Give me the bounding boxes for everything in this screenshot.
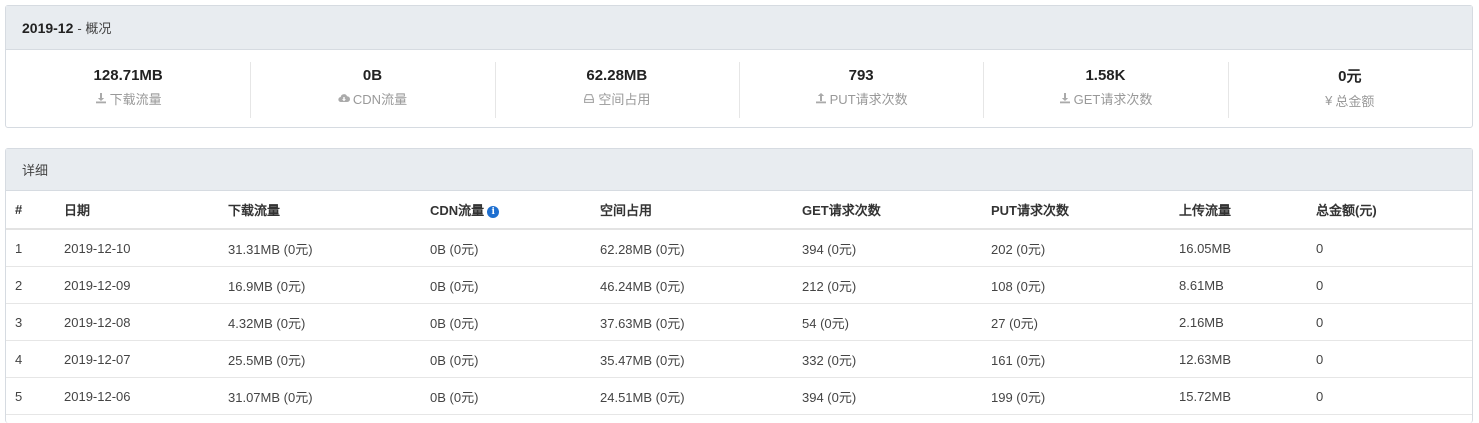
cell-download-traffic: 16.9MB (0元) [228,266,430,304]
cell-date: 2019-12-10 [64,229,228,267]
stat-label: 总金额 [1335,93,1375,109]
cell-put-requests: 199 (0元) [991,377,1179,415]
cell-get-requests: 54 (0元) [802,303,991,341]
info-icon[interactable]: i [487,205,500,218]
stat-label: PUT请求次数 [829,91,908,107]
cloud-download-icon [338,92,350,104]
cell-get-requests: 212 (0元) [802,266,991,304]
table-row: 2 2019-12-09 16.9MB (0元) 0B (0元) 46.24MB… [6,266,1472,304]
cell-date: 2019-12-09 [64,266,228,304]
cell-date: 2019-12-07 [64,340,228,378]
overview-header: 2019-12 - 概况 [6,6,1472,50]
table-row: 5 2019-12-06 31.07MB (0元) 0B (0元) 24.51M… [6,377,1472,415]
stat-total-amount: 0元 ¥ 总金额 [1227,50,1472,128]
stat-value: 793 [848,66,874,84]
cell-date: 2019-12-06 [64,377,228,415]
overview-month: 2019-12 [22,19,74,36]
col-upload-traffic: 上传流量 [1179,191,1316,230]
cell-upload-traffic: 2.16MB [1179,303,1316,341]
stat-label: GET请求次数 [1073,91,1153,107]
stat-get-requests: 1.58K GET请求次数 [983,50,1227,128]
table-row: 3 2019-12-08 4.32MB (0元) 0B (0元) 37.63MB… [6,303,1472,341]
stat-value: 1.58K [1085,66,1126,84]
cell-index: 1 [6,229,64,267]
table-header-row: # 日期 下载流量 CDN流量 i 空间占用 GET请求次数 PUT请求次数 上传… [6,191,1472,230]
cell-total-amount: 0 [1316,229,1472,267]
col-download-traffic: 下载流量 [228,191,430,230]
cell-cdn-traffic: 0B (0元) [430,340,600,378]
stat-label: CDN流量 [352,91,408,107]
cell-get-requests: 332 (0元) [802,340,991,378]
cell-storage: 62.28MB (0元) [600,229,802,267]
col-total-amount: 总金额(元) [1316,191,1472,230]
cell-upload-traffic: 8.61MB [1179,266,1316,304]
table-row: 4 2019-12-07 25.5MB (0元) 0B (0元) 35.47MB… [6,340,1472,378]
cell-download-traffic: 31.31MB (0元) [228,229,430,267]
cell-upload-traffic: 12.63MB [1179,340,1316,378]
cell-storage: 24.51MB (0元) [600,377,802,415]
cell-index: 4 [6,340,64,378]
stat-download-traffic: 128.71MB 下载流量 [6,50,250,128]
upload-icon [815,92,827,104]
cell-storage: 37.63MB (0元) [600,303,802,341]
cell-storage: 35.47MB (0元) [600,340,802,378]
stat-value: 0B [362,66,383,84]
stat-value: 62.28MB [586,66,648,84]
cell-cdn-traffic: 0B (0元) [430,377,600,415]
col-cdn-traffic-label: CDN流量 [430,203,485,218]
table-row: 1 2019-12-10 31.31MB (0元) 0B (0元) 62.28M… [6,229,1472,267]
stat-cdn-traffic: 0B CDN流量 [250,50,494,128]
detail-panel: 详细 # 日期 下载流量 CDN流量 i 空间占用 GET请求次数 PUT请求次数… [5,148,1473,423]
cell-total-amount: 0 [1316,340,1472,378]
download-icon [95,92,107,104]
storage-icon [583,92,595,104]
col-date: 日期 [64,191,228,230]
cell-cdn-traffic: 0B (0元) [430,303,600,341]
cell-get-requests: 394 (0元) [802,229,991,267]
cell-total-amount: 0 [1316,303,1472,341]
download-icon [1059,92,1071,104]
stat-label: 下载流量 [109,91,162,107]
cell-put-requests: 27 (0元) [991,303,1179,341]
cell-download-traffic: 4.32MB (0元) [228,303,430,341]
cell-cdn-traffic: 0B (0元) [430,229,600,267]
cell-index: 5 [6,377,64,415]
cell-index: 3 [6,303,64,341]
overview-panel: 2019-12 - 概况 128.71MB 下载流量 0B CDN流量 62.2… [5,5,1473,128]
cell-download-traffic: 25.5MB (0元) [228,340,430,378]
stat-value: 0元 [1338,67,1362,85]
cell-total-amount: 0 [1316,266,1472,304]
col-cdn-traffic: CDN流量 i [430,191,600,230]
cell-date: 2019-12-08 [64,303,228,341]
cell-put-requests: 202 (0元) [991,229,1179,267]
col-get-requests: GET请求次数 [802,191,991,230]
overview-stats: 128.71MB 下载流量 0B CDN流量 62.28MB 空间占用 793 [6,50,1472,128]
cell-put-requests: 161 (0元) [991,340,1179,378]
col-index: # [6,191,64,230]
stat-storage: 62.28MB 空间占用 [494,50,739,128]
overview-suffix: - 概况 [77,21,112,36]
cell-storage: 46.24MB (0元) [600,266,802,304]
cell-total-amount: 0 [1316,377,1472,415]
stat-value: 128.71MB [93,66,163,84]
detail-header: 详细 [6,149,1472,191]
cell-get-requests: 394 (0元) [802,377,991,415]
yen-icon: ¥ [1325,92,1333,108]
stat-put-requests: 793 PUT请求次数 [738,50,983,128]
col-storage: 空间占用 [600,191,802,230]
cell-upload-traffic: 15.72MB [1179,377,1316,415]
stat-label: 空间占用 [598,91,651,107]
cell-upload-traffic: 16.05MB [1179,229,1316,267]
cell-cdn-traffic: 0B (0元) [430,266,600,304]
detail-table: # 日期 下载流量 CDN流量 i 空间占用 GET请求次数 PUT请求次数 上传… [6,191,1472,415]
cell-download-traffic: 31.07MB (0元) [228,377,430,415]
col-put-requests: PUT请求次数 [991,191,1179,230]
cell-put-requests: 108 (0元) [991,266,1179,304]
cell-index: 2 [6,266,64,304]
